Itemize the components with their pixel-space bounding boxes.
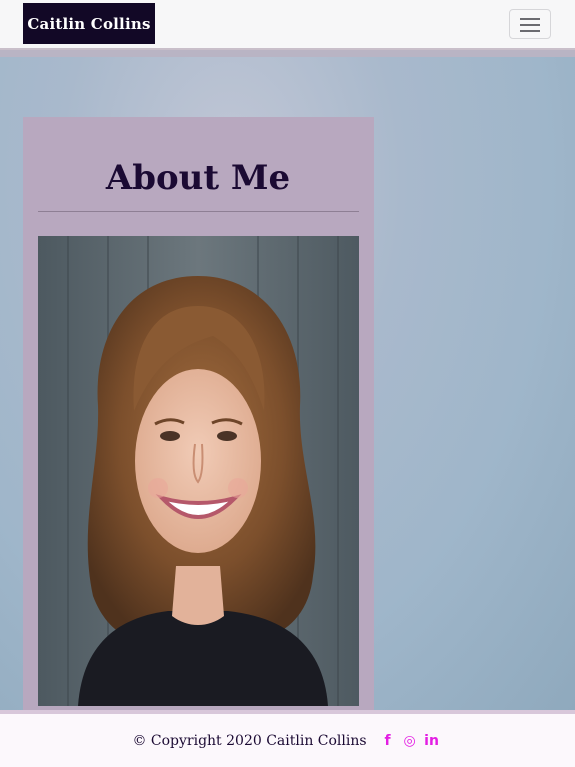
portrait-photo: [38, 236, 359, 706]
navbar: Caitlin Collins: [0, 0, 575, 50]
facebook-icon[interactable]: f: [380, 733, 396, 749]
page-title: About Me: [105, 158, 291, 198]
hero-top-strip: [0, 50, 575, 57]
copyright-text: © Copyright 2020 Caitlin Collins: [132, 732, 367, 749]
navbar-toggle-button[interactable]: [509, 9, 551, 39]
footer: © Copyright 2020 Caitlin Collins f ◎ in: [0, 710, 575, 767]
title-divider: [38, 211, 359, 212]
brand-logo[interactable]: Caitlin Collins: [23, 3, 155, 44]
instagram-icon[interactable]: ◎: [402, 733, 418, 749]
linkedin-icon[interactable]: in: [424, 733, 440, 749]
